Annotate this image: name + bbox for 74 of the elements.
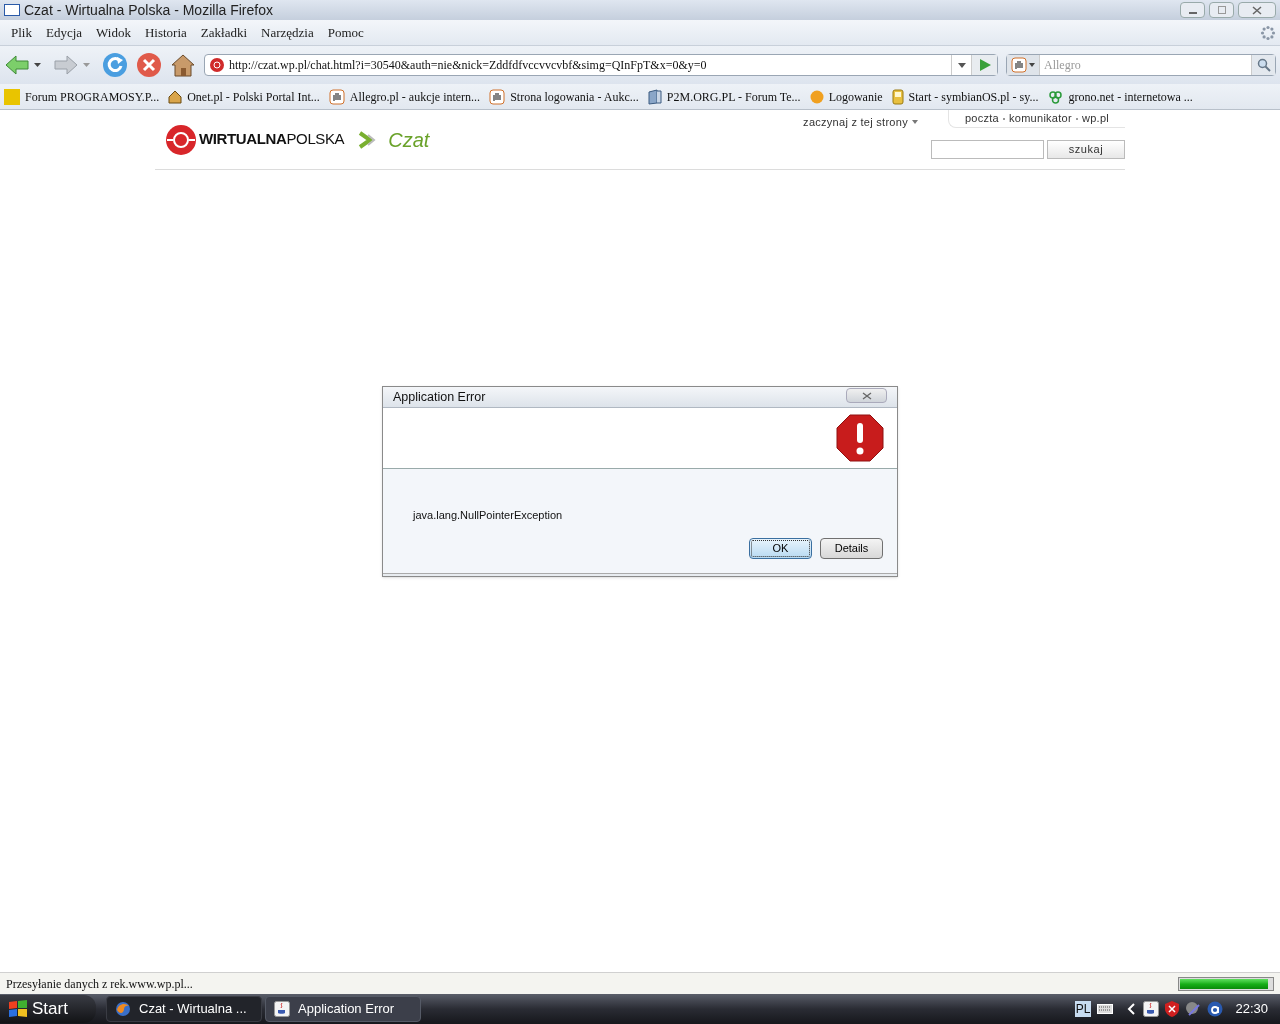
shield-icon[interactable]	[1165, 1001, 1180, 1017]
window-icon	[4, 4, 20, 16]
url-text: http://czat.wp.pl/chat.html?i=30540&auth=nie&nick=Zddfdfvccvvcvbf&simg=QInFpT&x=0&y=0	[229, 57, 708, 74]
site-icon	[209, 57, 225, 73]
bookmark-link[interactable]: Logowanie	[828, 87, 883, 106]
search-field[interactable]: Allegro	[1006, 54, 1276, 76]
minimize-button[interactable]	[1180, 2, 1205, 18]
menu-item[interactable]: Narzędzia	[254, 22, 321, 43]
circle-icon	[809, 89, 824, 104]
logo-text: WIRTUALNAPOLSKA	[199, 129, 345, 150]
bookmark-link[interactable]: Start - symbianOS.pl - sy...	[908, 87, 1039, 106]
window-title: Czat - Wirtualna Polska - Mozilla Firefox	[24, 0, 274, 20]
menu-item[interactable]: Zakładki	[193, 22, 255, 43]
close-icon	[1252, 5, 1262, 15]
search-icon	[1256, 58, 1271, 72]
error-message: java.lang.NullPointerException	[413, 508, 564, 523]
close-button[interactable]	[846, 388, 887, 403]
document-icon	[647, 88, 662, 105]
bookmark-link[interactable]: P2M.ORG.PL - Forum Te...	[666, 87, 801, 106]
menu-item[interactable]: Edycja	[38, 22, 90, 43]
cup-icon	[274, 1001, 290, 1017]
dialog-button[interactable]: OK	[749, 537, 812, 559]
menu-item[interactable]: Historia	[137, 22, 194, 43]
letter-a-icon[interactable]	[1207, 1001, 1224, 1017]
cup-icon	[1143, 1001, 1160, 1017]
menu-item[interactable]: Pomoc	[320, 22, 371, 43]
logo-icon	[165, 123, 197, 156]
top-link[interactable]: poczta	[964, 110, 999, 127]
language-indicator[interactable]: PL	[1074, 1001, 1092, 1017]
bookmark-link[interactable]: Allegro.pl - aukcje intern...	[349, 87, 481, 106]
taskbar-button[interactable]: Application Error	[265, 996, 421, 1022]
top-link[interactable]: wp.pl	[1081, 110, 1109, 127]
house-icon	[168, 88, 183, 105]
maximize-button[interactable]	[1209, 2, 1234, 18]
keyboard-icon[interactable]	[1097, 1004, 1114, 1014]
throbber-icon	[1260, 24, 1276, 41]
site-search-button[interactable]: szukaj	[1047, 139, 1125, 159]
start-button[interactable]: Start	[0, 995, 96, 1023]
dialog-button[interactable]: Details	[820, 537, 883, 559]
phone-icon	[891, 88, 904, 105]
start-page-link[interactable]: zaczynaj z tej strony	[803, 114, 908, 131]
search-input[interactable]: Allegro	[1040, 56, 1251, 74]
reload-icon[interactable]	[102, 52, 128, 78]
menu-item[interactable]: Widok	[89, 22, 138, 43]
dropdown-caret-icon	[957, 62, 966, 68]
search-engine-button[interactable]	[1007, 55, 1040, 75]
dropdown-caret-icon	[1029, 63, 1035, 67]
chevron-left-icon[interactable]	[1127, 1003, 1138, 1015]
grape-icon	[1047, 88, 1064, 105]
bookmark-link[interactable]: grono.net - internetowa ...	[1068, 87, 1193, 106]
bookmark-link[interactable]: Forum PROGRAMOSY.P...	[25, 87, 160, 106]
address-field[interactable]: http://czat.wp.pl/chat.html?i=30540&auth=nie&nick=Zddfdfvccvvcvbf&simg=QInFpT&x=0&y=0	[204, 54, 998, 76]
bookmark-link[interactable]: Onet.pl - Polski Portal Int...	[187, 87, 320, 106]
forum-logo-icon	[4, 88, 20, 105]
windows-flag-icon	[8, 1000, 28, 1018]
dialog-title: Application Error	[393, 388, 487, 406]
close-button[interactable]	[1238, 2, 1276, 18]
top-link[interactable]: komunikator	[1009, 110, 1072, 127]
clock: 22:30	[1235, 1000, 1268, 1019]
error-stop-icon	[836, 414, 884, 462]
search-button[interactable]	[1251, 55, 1275, 75]
play-icon	[978, 59, 991, 71]
close-icon	[861, 391, 872, 400]
menu-item[interactable]: Plik	[4, 22, 39, 43]
stop-icon[interactable]	[136, 52, 162, 78]
home-icon[interactable]	[170, 52, 196, 78]
bookmark-link[interactable]: Strona logowania - Aukc...	[510, 87, 639, 106]
dropdown-caret-icon[interactable]	[34, 63, 41, 67]
section-title: Czat	[388, 127, 430, 153]
dropdown-caret-icon	[911, 120, 918, 125]
taskbar-button[interactable]: Czat - Wirtualna ...	[106, 996, 262, 1022]
status-text: Przesyłanie danych z rek.www.wp.pl...	[6, 975, 194, 993]
globe-icon	[115, 1001, 131, 1017]
site-search-input[interactable]	[931, 139, 1044, 159]
